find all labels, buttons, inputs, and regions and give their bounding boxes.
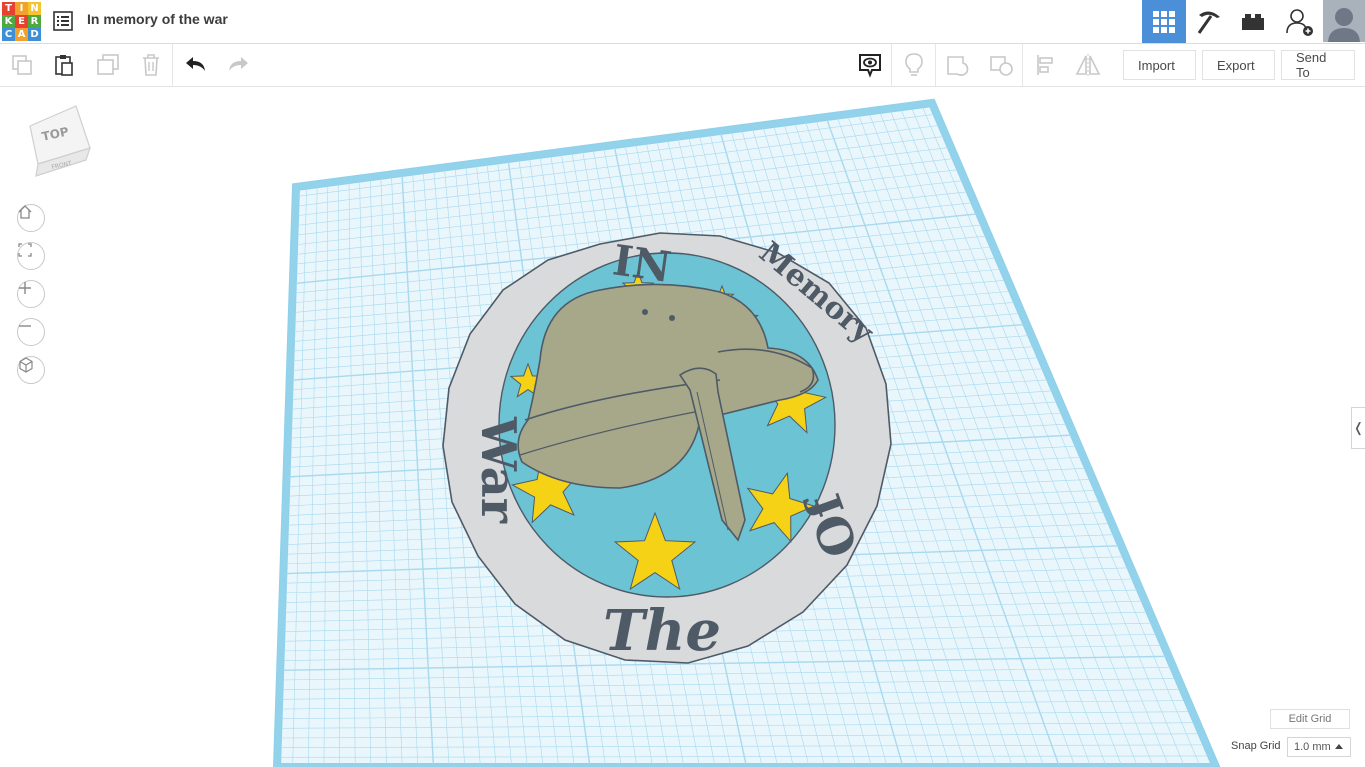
duplicate-icon <box>97 54 119 75</box>
mirror-button[interactable] <box>1074 51 1102 79</box>
user-avatar[interactable] <box>1323 0 1365 42</box>
lightbulb-icon <box>905 53 923 76</box>
paste-button[interactable] <box>50 51 78 79</box>
logo-letter: I <box>15 2 28 15</box>
group-icon <box>947 56 969 76</box>
brick-icon <box>1242 13 1264 30</box>
undo-button[interactable] <box>182 51 210 79</box>
zoom-out-button[interactable] <box>17 318 45 346</box>
view-cube[interactable]: TOP FRONT <box>26 104 96 179</box>
toolbar-separator <box>935 44 936 86</box>
badge-text-war[interactable]: War <box>470 416 526 524</box>
redo-button[interactable] <box>224 51 252 79</box>
ungroup-icon <box>990 56 1013 76</box>
logo-letter: K <box>2 15 15 28</box>
fit-icon <box>18 243 32 257</box>
top-bar: TINKERCAD In memory of the war <box>0 0 1365 44</box>
mirror-icon <box>1075 54 1101 76</box>
group-button[interactable] <box>944 51 972 79</box>
toolbar-separator <box>1022 44 1023 86</box>
undo-icon <box>186 57 205 71</box>
trash-icon <box>143 54 159 76</box>
badge-text-the[interactable]: The <box>603 598 721 664</box>
caret-up-icon <box>1335 744 1343 749</box>
logo-letter: N <box>28 2 41 15</box>
plus-icon <box>19 282 31 294</box>
logo-letter: D <box>28 28 41 41</box>
show-notes-button[interactable] <box>856 51 884 79</box>
duplicate-button[interactable] <box>94 51 122 79</box>
copy-button[interactable] <box>8 51 36 79</box>
fit-view-button[interactable] <box>17 242 45 270</box>
edit-grid-button[interactable]: Edit Grid <box>1270 709 1350 729</box>
zoom-in-button[interactable] <box>17 280 45 308</box>
logo-letter: R <box>28 15 41 28</box>
minus-icon <box>19 325 31 327</box>
codeblocks-view-button[interactable] <box>1187 0 1231 43</box>
badge-text-in[interactable]: IN <box>610 235 674 292</box>
paste-icon <box>55 55 73 76</box>
delete-button[interactable] <box>137 51 165 79</box>
edit-toolbar: Import Export Send To <box>0 44 1365 87</box>
import-button[interactable]: Import <box>1123 50 1196 80</box>
logo-letter: A <box>15 28 28 41</box>
cube-icon <box>19 357 33 373</box>
export-button[interactable]: Export <box>1202 50 1275 80</box>
align-button[interactable] <box>1032 51 1060 79</box>
logo-letter: C <box>2 28 15 41</box>
snap-grid-select[interactable]: 1.0 mm <box>1287 737 1351 757</box>
logo-letter: T <box>2 2 15 15</box>
invite-user-button[interactable] <box>1278 0 1322 43</box>
workplane-canvas[interactable]: IN Memory Of The War <box>0 87 1365 767</box>
lego-view-button[interactable] <box>1231 0 1275 43</box>
copy-icon <box>12 55 32 75</box>
redo-icon <box>229 57 248 71</box>
design-title[interactable]: In memory of the war <box>87 11 228 27</box>
chevron-left-icon: ❬ <box>1353 420 1364 435</box>
grid-icon <box>1153 10 1175 33</box>
ungroup-button[interactable] <box>987 51 1015 79</box>
home-icon <box>18 205 32 219</box>
3d-viewport[interactable]: IN Memory Of The War TOP FRONT ❬ <box>0 87 1365 767</box>
toolbar-separator <box>172 44 173 86</box>
snap-grid-label: Snap Grid <box>1231 740 1281 752</box>
toolbar-separator <box>891 44 892 86</box>
perspective-toggle-button[interactable] <box>17 356 45 384</box>
add-user-icon <box>1286 8 1313 36</box>
collapse-panel-tab[interactable]: ❬ <box>1351 407 1365 449</box>
send-to-button[interactable]: Send To <box>1281 50 1355 80</box>
light-bulb-button[interactable] <box>900 51 928 79</box>
design-list-icon[interactable] <box>53 11 73 31</box>
pickaxe-icon <box>1197 10 1220 34</box>
logo-letter: E <box>15 15 28 28</box>
home-view-button[interactable] <box>17 204 45 232</box>
tinkercad-logo[interactable]: TINKERCAD <box>2 2 41 41</box>
snap-grid-value: 1.0 mm <box>1294 741 1331 753</box>
speech-eye-icon <box>859 54 881 78</box>
align-icon <box>1037 55 1053 75</box>
3d-design-view-button[interactable] <box>1142 0 1186 43</box>
